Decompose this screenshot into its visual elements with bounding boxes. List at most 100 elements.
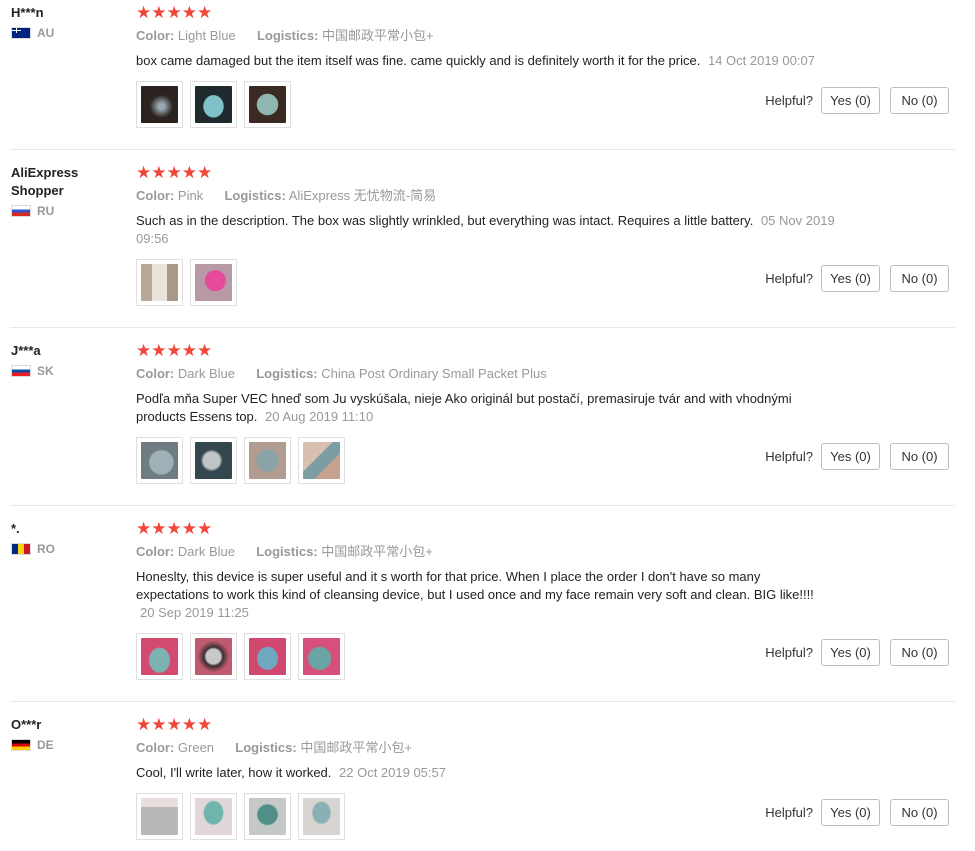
review-photo-thumbnail[interactable] <box>136 793 183 840</box>
logistics-label: Logistics: <box>256 28 319 43</box>
review-photos <box>136 81 291 128</box>
helpful-label: Helpful? <box>765 449 813 464</box>
review-divider <box>10 505 955 506</box>
star-rating: ★★★★★ <box>136 715 213 734</box>
country-code: RU <box>37 204 55 218</box>
review-photo-thumbnail[interactable] <box>136 81 183 128</box>
review-text: box came damaged but the item itself was… <box>136 52 836 70</box>
review-attributes: Color: Green Logistics: 中国邮政平常小包+ <box>136 740 841 756</box>
logistics-value: 中国邮政平常小包+ <box>300 740 412 755</box>
helpful-yes-button[interactable]: Yes (0) <box>821 639 880 666</box>
helpful-yes-button[interactable]: Yes (0) <box>821 265 880 292</box>
review-text: Honeslty, this device is super useful an… <box>136 568 836 622</box>
color-value: Dark Blue <box>177 544 235 559</box>
photo-image <box>249 638 286 675</box>
logistics-value: AliExpress 无忧物流-简易 <box>288 188 437 203</box>
photo-image <box>303 798 340 835</box>
country-code: AU <box>37 26 55 40</box>
helpful-no-button[interactable]: No (0) <box>890 87 949 114</box>
photo-image <box>195 86 232 123</box>
review-photo-thumbnail[interactable] <box>190 437 237 484</box>
helpful-no-button[interactable]: No (0) <box>890 265 949 292</box>
photo-image <box>141 798 178 835</box>
review-photo-thumbnail[interactable] <box>190 259 237 306</box>
review-photos <box>136 437 345 484</box>
review-divider <box>10 327 955 328</box>
reviewer-name: J***a <box>11 343 41 358</box>
helpful-yes-button[interactable]: Yes (0) <box>821 443 880 470</box>
review-photo-thumbnail[interactable] <box>298 437 345 484</box>
logistics-value: 中国邮政平常小包+ <box>322 28 434 43</box>
review-photo-thumbnail[interactable] <box>244 633 291 680</box>
review-photo-thumbnail[interactable] <box>244 81 291 128</box>
review-divider <box>10 701 955 702</box>
review-attributes: Color: Dark Blue Logistics: China Post O… <box>136 366 841 382</box>
review-photos <box>136 259 237 306</box>
helpful-vote: Helpful? Yes (0) No (0) <box>765 639 949 666</box>
review-photo-thumbnail[interactable] <box>136 259 183 306</box>
reviewer-country: RU <box>11 204 96 218</box>
review-photo-thumbnail[interactable] <box>136 437 183 484</box>
sk-flag-icon <box>11 365 31 377</box>
photo-image <box>249 798 286 835</box>
color-value: Green <box>177 740 215 755</box>
review-body: ★★★★★ Color: Pink Logistics: AliExpress … <box>136 164 841 248</box>
review-body: ★★★★★ Color: Dark Blue Logistics: 中国邮政平常… <box>136 520 841 622</box>
reviewer-country: SK <box>11 364 121 378</box>
helpful-yes-button[interactable]: Yes (0) <box>821 799 880 826</box>
photo-image <box>195 264 232 301</box>
star-rating: ★★★★★ <box>136 341 213 360</box>
photo-image <box>249 86 286 123</box>
review-photo-thumbnail[interactable] <box>298 793 345 840</box>
review-comment: Cool, I'll write later, how it worked. <box>136 765 332 780</box>
helpful-no-button[interactable]: No (0) <box>890 799 949 826</box>
country-code: DE <box>37 738 54 752</box>
review-text: Cool, I'll write later, how it worked. 2… <box>136 764 836 782</box>
ro-flag-icon <box>11 543 31 555</box>
review-attributes: Color: Dark Blue Logistics: 中国邮政平常小包+ <box>136 544 841 560</box>
review-date: 22 Oct 2019 05:57 <box>339 765 446 780</box>
reviewer-name: O***r <box>11 717 42 732</box>
helpful-label: Helpful? <box>765 271 813 286</box>
au-flag-icon <box>11 27 31 39</box>
ru-flag-icon <box>11 205 31 217</box>
review-text: Podľa mňa Super VEC hneď som Ju vyskúšal… <box>136 390 836 426</box>
photo-image <box>141 264 178 301</box>
helpful-vote: Helpful? Yes (0) No (0) <box>765 265 949 292</box>
photo-image <box>195 638 232 675</box>
logistics-label: Logistics: <box>235 740 297 755</box>
review-photo-thumbnail[interactable] <box>244 793 291 840</box>
color-value: Pink <box>177 188 204 203</box>
helpful-yes-button[interactable]: Yes (0) <box>821 87 880 114</box>
country-code: SK <box>37 364 54 378</box>
review-photo-thumbnail[interactable] <box>244 437 291 484</box>
review-text: Such as in the description. The box was … <box>136 212 836 248</box>
helpful-no-button[interactable]: No (0) <box>890 639 949 666</box>
photo-image <box>303 442 340 479</box>
photo-image <box>141 442 178 479</box>
color-label: Color: <box>136 188 175 203</box>
color-label: Color: <box>136 544 175 559</box>
reviewer-info: AliExpress Shopper RU <box>11 164 96 218</box>
logistics-value: 中国邮政平常小包+ <box>321 544 433 559</box>
review-comment: box came damaged but the item itself was… <box>136 53 701 68</box>
reviewer-country: RO <box>11 542 121 556</box>
review-photo-thumbnail[interactable] <box>190 81 237 128</box>
review-photo-thumbnail[interactable] <box>298 633 345 680</box>
color-value: Dark Blue <box>177 366 235 381</box>
photo-image <box>141 86 178 123</box>
logistics-label: Logistics: <box>256 544 318 559</box>
color-value: Light Blue <box>177 28 236 43</box>
review-body: ★★★★★ Color: Light Blue Logistics: 中国邮政平… <box>136 4 841 70</box>
helpful-no-button[interactable]: No (0) <box>890 443 949 470</box>
review-attributes: Color: Light Blue Logistics: 中国邮政平常小包+ <box>136 28 841 44</box>
reviewer-info: H***n AU <box>11 4 121 40</box>
review-date: 14 Oct 2019 00:07 <box>707 53 815 68</box>
review-photo-thumbnail[interactable] <box>190 793 237 840</box>
country-code: RO <box>37 542 55 556</box>
review-photo-thumbnail[interactable] <box>136 633 183 680</box>
logistics-value: China Post Ordinary Small Packet Plus <box>321 366 547 381</box>
reviewer-info: *. RO <box>11 520 121 556</box>
review-body: ★★★★★ Color: Green Logistics: 中国邮政平常小包+ … <box>136 716 841 782</box>
review-photo-thumbnail[interactable] <box>190 633 237 680</box>
